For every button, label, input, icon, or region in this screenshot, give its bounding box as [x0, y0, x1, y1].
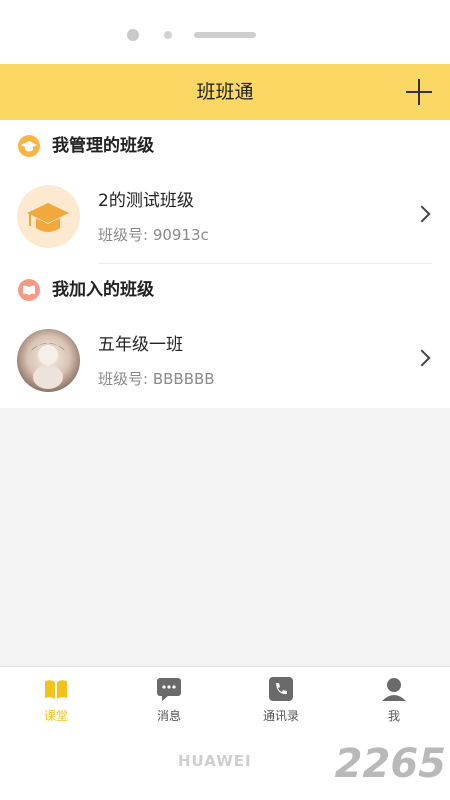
device-brand-logo: HUAWEI: [178, 752, 252, 770]
graduation-cap-icon: [18, 135, 40, 157]
class-avatar: [17, 185, 80, 248]
tab-label: 消息: [156, 709, 181, 723]
message-icon: [156, 677, 182, 701]
phone-top-bezel: [0, 0, 450, 64]
page-title: 班班通: [196, 81, 254, 103]
watermark-logo: 2265: [334, 741, 446, 787]
class-photo-avatar: [17, 329, 80, 392]
earpiece-speaker: [194, 32, 256, 38]
section-title: 我管理的班级: [52, 136, 154, 156]
managed-section-header: 我管理的班级: [0, 120, 450, 172]
phone-icon: [268, 677, 294, 701]
chevron-right-icon: [413, 349, 431, 367]
tab-label: 我: [387, 709, 400, 723]
user-icon: [381, 677, 407, 701]
joined-section-header: 我加入的班级: [0, 264, 450, 316]
bottom-tab-bar: 课堂 消息 通讯录 我: [0, 666, 450, 726]
class-list-item[interactable]: 五年级一班 班级号: BBBBBB: [0, 316, 450, 408]
class-list-item[interactable]: 2的测试班级 班级号: 90913c: [0, 172, 450, 264]
book-icon: [43, 677, 69, 701]
class-name: 2的测试班级: [98, 191, 194, 211]
front-camera: [127, 29, 139, 41]
chevron-right-icon: [413, 205, 431, 223]
tab-classroom[interactable]: 课堂: [0, 667, 112, 727]
class-list-area: 我管理的班级 2的测试班级 班级号: 90913c 我加入的班级 五年级一班 班…: [0, 120, 450, 666]
phone-frame: 班班通 我管理的班级 2的测试班级 班级号: 90913c 我加入的班级 五年级…: [0, 0, 450, 800]
open-book-icon: [18, 279, 40, 301]
tab-me[interactable]: 我: [338, 667, 450, 727]
class-name: 五年级一班: [98, 335, 183, 355]
app-header: 班班通: [0, 64, 450, 120]
tab-contacts[interactable]: 通讯录: [225, 667, 337, 727]
sensor: [164, 31, 172, 39]
class-code: 班级号: 90913c: [98, 226, 209, 244]
tab-label: 通讯录: [262, 709, 299, 723]
section-title: 我加入的班级: [52, 280, 154, 300]
tab-label: 课堂: [43, 709, 68, 723]
class-code: 班级号: BBBBBB: [98, 370, 215, 388]
tab-messages[interactable]: 消息: [113, 667, 225, 727]
add-icon[interactable]: [406, 79, 432, 105]
